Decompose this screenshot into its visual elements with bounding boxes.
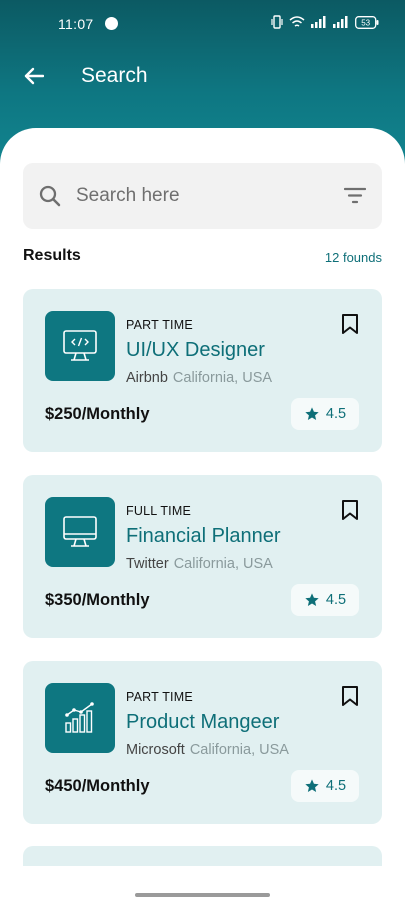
job-location: California, USA	[172, 370, 273, 386]
job-title: UI/UX Designer	[126, 339, 265, 361]
rating-badge: 4.5	[291, 770, 359, 802]
job-location: California, USA	[173, 556, 273, 572]
company-name: Microsoft	[126, 742, 185, 758]
monitor-icon	[63, 516, 97, 547]
arrow-left-icon	[24, 67, 44, 85]
job-company-line: Twitter California, USA	[126, 556, 273, 572]
company-logo	[45, 683, 115, 753]
search-input[interactable]	[76, 177, 326, 215]
home-indicator[interactable]	[135, 893, 270, 897]
bookmark-icon[interactable]	[341, 499, 359, 521]
company-logo	[45, 497, 115, 567]
star-icon	[305, 593, 319, 606]
rating-value: 4.5	[325, 778, 347, 794]
results-count: 12 founds	[324, 250, 382, 265]
header: Search	[0, 52, 405, 100]
battery-level: 53	[361, 18, 370, 27]
search-bar[interactable]	[23, 163, 382, 229]
bookmark-icon[interactable]	[341, 313, 359, 335]
content-sheet: Results 12 founds PART TIME UI/UX Design…	[0, 128, 405, 900]
results-title: Results	[23, 247, 81, 264]
job-type: FULL TIME	[126, 504, 192, 518]
results-header: Results 12 founds	[23, 247, 382, 269]
job-salary: $250/Monthly	[45, 405, 150, 423]
company-name: Twitter	[126, 556, 169, 572]
status-icons: 53	[271, 15, 379, 29]
battery-icon: 53	[355, 15, 379, 29]
job-location: California, USA	[189, 742, 289, 758]
job-company-line: Microsoft California, USA	[126, 742, 289, 758]
status-bar: 11:07 53	[0, 0, 405, 48]
star-icon	[305, 407, 319, 420]
company-logo	[45, 311, 115, 381]
job-title: Product Mangeer	[126, 711, 280, 733]
rating-badge: 4.5	[291, 584, 359, 616]
code-monitor-icon	[63, 330, 97, 361]
back-button[interactable]	[16, 58, 52, 94]
rating-value: 4.5	[325, 592, 347, 608]
job-salary: $350/Monthly	[45, 591, 150, 609]
notification-app-icon	[105, 17, 118, 30]
job-title: Financial Planner	[126, 525, 281, 547]
filter-icon[interactable]	[344, 187, 366, 204]
vibrate-icon	[271, 15, 283, 29]
rating-value: 4.5	[325, 406, 347, 422]
job-type: PART TIME	[126, 318, 193, 332]
company-name: Airbnb	[126, 370, 168, 386]
rating-badge: 4.5	[291, 398, 359, 430]
job-card[interactable]: PART TIME Product Mangeer Microsoft Calif…	[23, 661, 382, 824]
search-icon	[39, 185, 61, 207]
chart-icon	[65, 702, 94, 733]
job-card[interactable]: PART TIME UI/UX Designer Airbnb Californi…	[23, 289, 382, 452]
bookmark-icon[interactable]	[341, 685, 359, 707]
job-card[interactable]: FULL TIME Financial Planner Twitter Calif…	[23, 475, 382, 638]
signal-icon-2	[333, 16, 348, 28]
page-title: Search	[81, 64, 148, 87]
job-salary: $450/Monthly	[45, 777, 150, 795]
wifi-icon	[289, 15, 305, 27]
status-time: 11:07	[58, 16, 94, 32]
signal-icon	[311, 16, 326, 28]
star-icon	[305, 779, 319, 792]
job-type: PART TIME	[126, 690, 193, 704]
job-company-line: Airbnb California, USA	[126, 370, 272, 386]
